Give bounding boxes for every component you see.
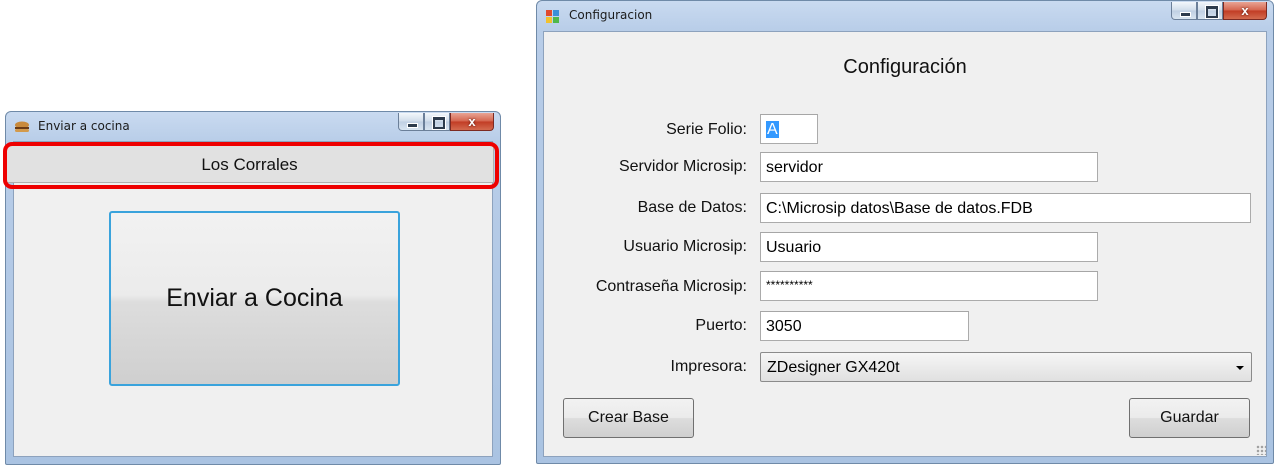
- size-grip-icon[interactable]: [1256, 445, 1266, 455]
- serie-folio-input[interactable]: A: [760, 114, 818, 144]
- app-icon-burger: [15, 121, 29, 132]
- impresora-select[interactable]: ZDesigner GX420t: [760, 352, 1252, 382]
- usuario-input[interactable]: Usuario: [760, 232, 1098, 262]
- base-datos-input[interactable]: C:\Microsip datos\Base de datos.FDB: [760, 193, 1251, 223]
- usuario-label: Usuario Microsip:: [623, 238, 747, 255]
- serie-folio-value: A: [766, 121, 779, 138]
- send-to-kitchen-label: Enviar a Cocina: [166, 284, 343, 312]
- config-titlebar[interactable]: Configuracion x: [537, 1, 1273, 31]
- close-icon: x: [468, 114, 476, 129]
- contrasena-input[interactable]: **********: [760, 271, 1098, 301]
- puerto-label: Puerto:: [695, 317, 747, 334]
- config-heading: Configuración: [843, 56, 967, 78]
- impresora-label: Impresora:: [670, 358, 747, 375]
- minimize-button[interactable]: [1171, 2, 1197, 20]
- close-icon: x: [1241, 3, 1249, 18]
- contrasena-label: Contraseña Microsip:: [595, 278, 747, 295]
- servidor-label: Servidor Microsip:: [618, 158, 747, 175]
- base-datos-label: Base de Datos:: [637, 199, 747, 216]
- maximize-icon: [433, 117, 445, 129]
- red-highlight-box: [3, 142, 499, 189]
- puerto-input[interactable]: 3050: [760, 311, 969, 341]
- save-label: Guardar: [1160, 409, 1219, 426]
- maximize-button[interactable]: [424, 113, 450, 131]
- kitchen-window-title: Enviar a cocina: [38, 119, 130, 133]
- maximize-button[interactable]: [1197, 2, 1223, 20]
- create-base-button[interactable]: Crear Base: [563, 398, 694, 438]
- app-icon-config: [546, 10, 559, 23]
- config-caption-buttons: x: [1171, 2, 1267, 21]
- impresora-value: ZDesigner GX420t: [767, 359, 900, 376]
- send-to-kitchen-button[interactable]: Enviar a Cocina: [109, 211, 400, 386]
- minimize-button[interactable]: [398, 113, 424, 131]
- config-window-title: Configuracion: [569, 8, 653, 22]
- dropdown-arrow-icon: [1236, 366, 1244, 370]
- kitchen-titlebar[interactable]: Enviar a cocina x: [6, 112, 500, 142]
- serie-folio-label: Serie Folio:: [666, 121, 747, 138]
- kitchen-caption-buttons: x: [398, 113, 494, 132]
- minimize-icon: [1180, 12, 1191, 17]
- servidor-input[interactable]: servidor: [760, 152, 1098, 182]
- close-button[interactable]: x: [450, 113, 494, 131]
- close-button[interactable]: x: [1223, 2, 1267, 20]
- create-base-label: Crear Base: [588, 409, 669, 426]
- save-button[interactable]: Guardar: [1129, 398, 1250, 438]
- maximize-icon: [1206, 6, 1218, 18]
- minimize-icon: [407, 123, 418, 128]
